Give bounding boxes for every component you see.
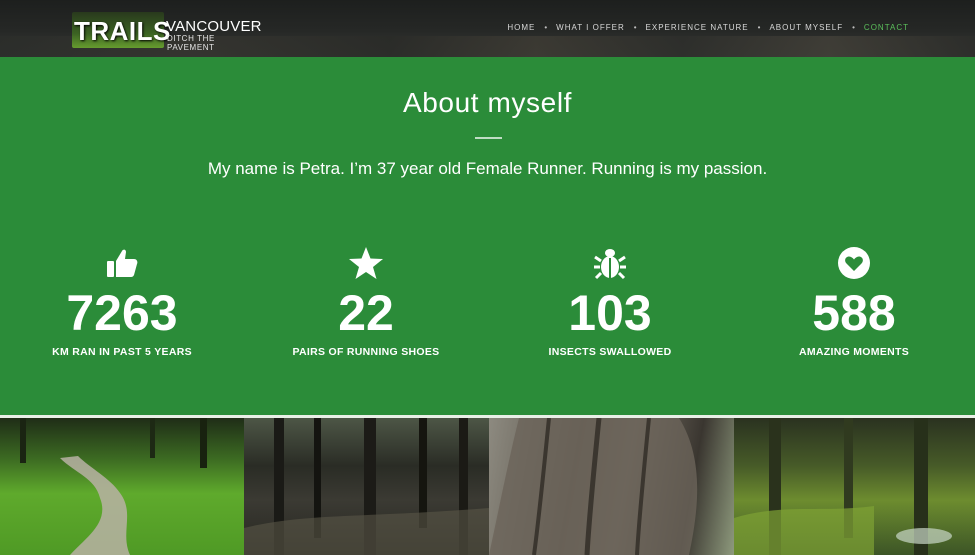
photo-gallery <box>0 418 975 555</box>
star-icon <box>246 244 486 282</box>
nav-item-contact[interactable]: CONTACT <box>864 23 909 32</box>
about-description: My name is Petra. I’m 37 year old Female… <box>207 159 768 178</box>
stat-value: 103 <box>568 285 652 341</box>
stat-label: PAIRS OF RUNNING SHOES <box>292 346 440 358</box>
tree-trunk-photo[interactable] <box>489 418 734 555</box>
stat-label: AMAZING MOMENTS <box>798 346 910 358</box>
bug-icon <box>490 244 730 282</box>
nav-separator: • <box>852 23 855 32</box>
dark-forest-photo[interactable] <box>244 418 489 555</box>
stat-value: 588 <box>812 285 896 341</box>
logo-tagline: DITCH THE PAVEMENT <box>167 34 215 52</box>
main-nav: HOME • WHAT I OFFER • EXPERIENCE NATURE … <box>507 23 909 32</box>
stat-amazing-moments: 588 AMAZING MOMENTS <box>734 244 974 358</box>
forest-trail-photo[interactable] <box>0 418 244 555</box>
thumbs-up-icon <box>2 244 242 282</box>
logo-city-text: VANCOUVER <box>166 18 262 35</box>
stat-running-shoes: 22 PAIRS OF RUNNING SHOES <box>246 244 486 358</box>
section-title: About myself <box>402 87 573 118</box>
nav-item-home[interactable]: HOME <box>507 23 535 32</box>
nav-item-about-myself[interactable]: ABOUT MYSELF <box>769 23 843 32</box>
title-divider <box>475 137 502 139</box>
nav-separator: • <box>544 23 548 32</box>
stat-insects-swallowed: 103 INSECTS SWALLOWED <box>490 244 730 358</box>
stat-value: 22 <box>338 285 394 341</box>
nav-separator: • <box>633 23 637 32</box>
stat-label: INSECTS SWALLOWED <box>548 346 672 358</box>
heart-icon <box>734 244 974 282</box>
top-navbar: TRAILS VANCOUVER DITCH THE PAVEMENT HOME… <box>0 0 975 57</box>
mossy-forest-photo[interactable] <box>734 418 975 555</box>
nav-separator: • <box>757 23 761 32</box>
logo-main-text: TRAILS <box>74 16 171 46</box>
site-logo[interactable]: TRAILS VANCOUVER DITCH THE PAVEMENT <box>72 12 262 52</box>
nav-item-what-i-offer[interactable]: WHAT I OFFER <box>556 23 625 32</box>
stat-label: KM RAN IN PAST 5 YEARS <box>52 346 192 358</box>
about-section: About myself My name is Petra. I’m 37 ye… <box>0 57 975 415</box>
stat-value: 7263 <box>66 285 178 341</box>
stat-km-ran: 7263 KM RAN IN PAST 5 YEARS <box>2 244 242 358</box>
nav-item-experience-nature[interactable]: EXPERIENCE NATURE <box>646 23 749 32</box>
